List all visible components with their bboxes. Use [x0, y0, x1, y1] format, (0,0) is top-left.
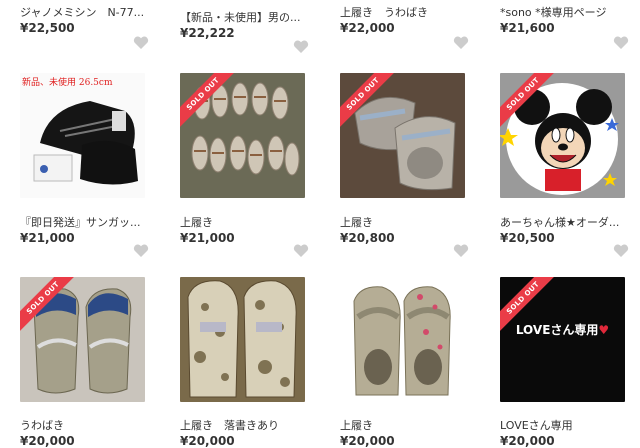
product-name[interactable]: 上履き 落書きあり	[180, 417, 305, 433]
product-price: ¥22,000	[340, 21, 395, 35]
product-price: ¥22,500	[20, 21, 75, 35]
product-name[interactable]: うわばき	[20, 417, 145, 433]
product-price: ¥20,500	[500, 231, 555, 245]
heart-icon[interactable]	[293, 40, 309, 54]
heart-icon[interactable]	[133, 36, 149, 50]
product-price: ¥22,222	[180, 26, 235, 40]
product-price: ¥20,000	[500, 434, 555, 448]
product-name[interactable]: 上履き	[340, 214, 465, 230]
product-price: ¥21,000	[20, 231, 75, 245]
product-image[interactable]	[180, 277, 305, 402]
heart-icon[interactable]	[613, 244, 629, 258]
product-price: ¥21,000	[180, 231, 235, 245]
product-price: ¥20,000	[340, 434, 395, 448]
sold-out-badge: SOLD OUT	[500, 277, 560, 337]
sold-out-badge: SOLD OUT	[500, 73, 560, 133]
product-price: ¥20,000	[180, 434, 235, 448]
product-image[interactable]	[340, 277, 465, 402]
product-name[interactable]: ジャノメミシン N-77...	[20, 4, 145, 20]
sold-out-badge: SOLD OUT	[340, 73, 400, 133]
sold-out-badge: SOLD OUT	[20, 277, 80, 337]
product-image[interactable]: LOVEさん専用♥ SOLD OUT	[500, 277, 625, 402]
product-name[interactable]: 『即日発送』サンガッ...	[20, 214, 145, 230]
product-name[interactable]: 上履き	[180, 214, 305, 230]
product-name[interactable]: あーちゃん様★オーダ...	[500, 214, 625, 230]
product-price: ¥20,800	[340, 231, 395, 245]
heart-emoji-icon: ♥	[598, 323, 610, 337]
product-image[interactable]: SOLD OUT	[340, 73, 465, 198]
product-image[interactable]: 新品、未使用 26.5cm	[20, 73, 145, 198]
product-image[interactable]: SOLD OUT	[180, 73, 305, 198]
product-name[interactable]: LOVEさん専用	[500, 417, 625, 433]
product-name[interactable]: *sono *様専用ページ	[500, 4, 625, 20]
heart-icon[interactable]	[293, 244, 309, 258]
product-image[interactable]: SOLD OUT	[500, 73, 625, 198]
product-name[interactable]: 上履き うわばき	[340, 4, 465, 20]
product-name[interactable]: 上履き	[340, 417, 465, 433]
product-image[interactable]: SOLD OUT	[20, 277, 145, 402]
heart-icon[interactable]	[613, 36, 629, 50]
product-price: ¥20,000	[20, 434, 75, 448]
product-price: ¥21,600	[500, 21, 555, 35]
heart-icon[interactable]	[133, 244, 149, 258]
heart-icon[interactable]	[453, 244, 469, 258]
heart-icon[interactable]	[453, 36, 469, 50]
sold-out-badge: SOLD OUT	[180, 73, 240, 133]
product-name[interactable]: 【新品・未使用】男の...	[180, 9, 305, 25]
image-caption: 新品、未使用 26.5cm	[22, 78, 113, 88]
